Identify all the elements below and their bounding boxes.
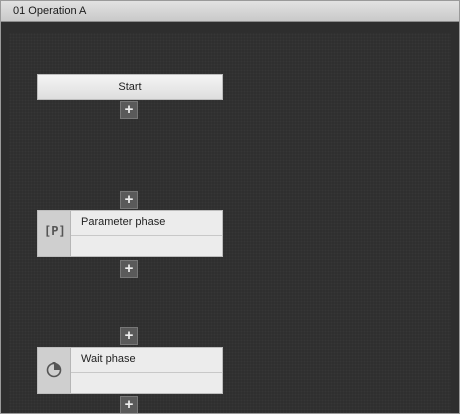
start-step[interactable]: Start <box>37 74 223 100</box>
add-step-button[interactable]: + <box>120 327 138 345</box>
phase-icon-column <box>38 348 71 393</box>
parameter-phase-step[interactable]: [P] Parameter phase <box>37 210 223 257</box>
wait-phase-step[interactable]: Wait phase <box>37 347 223 394</box>
phase-label: Parameter phase <box>81 216 166 228</box>
phase-divider <box>71 372 222 373</box>
add-step-button[interactable]: + <box>120 101 138 119</box>
phase-icon-column: [P] <box>38 211 71 256</box>
operation-window: 01 Operation A Start + + [P] Parameter p… <box>0 0 460 414</box>
phase-label: Wait phase <box>81 353 136 365</box>
add-step-button[interactable]: + <box>120 260 138 278</box>
window-title: 01 Operation A <box>1 1 459 22</box>
clock-icon <box>46 362 62 378</box>
phase-divider <box>71 235 222 236</box>
parameter-icon: [P] <box>44 224 66 238</box>
add-step-button[interactable]: + <box>120 396 138 413</box>
add-step-button[interactable]: + <box>120 191 138 209</box>
